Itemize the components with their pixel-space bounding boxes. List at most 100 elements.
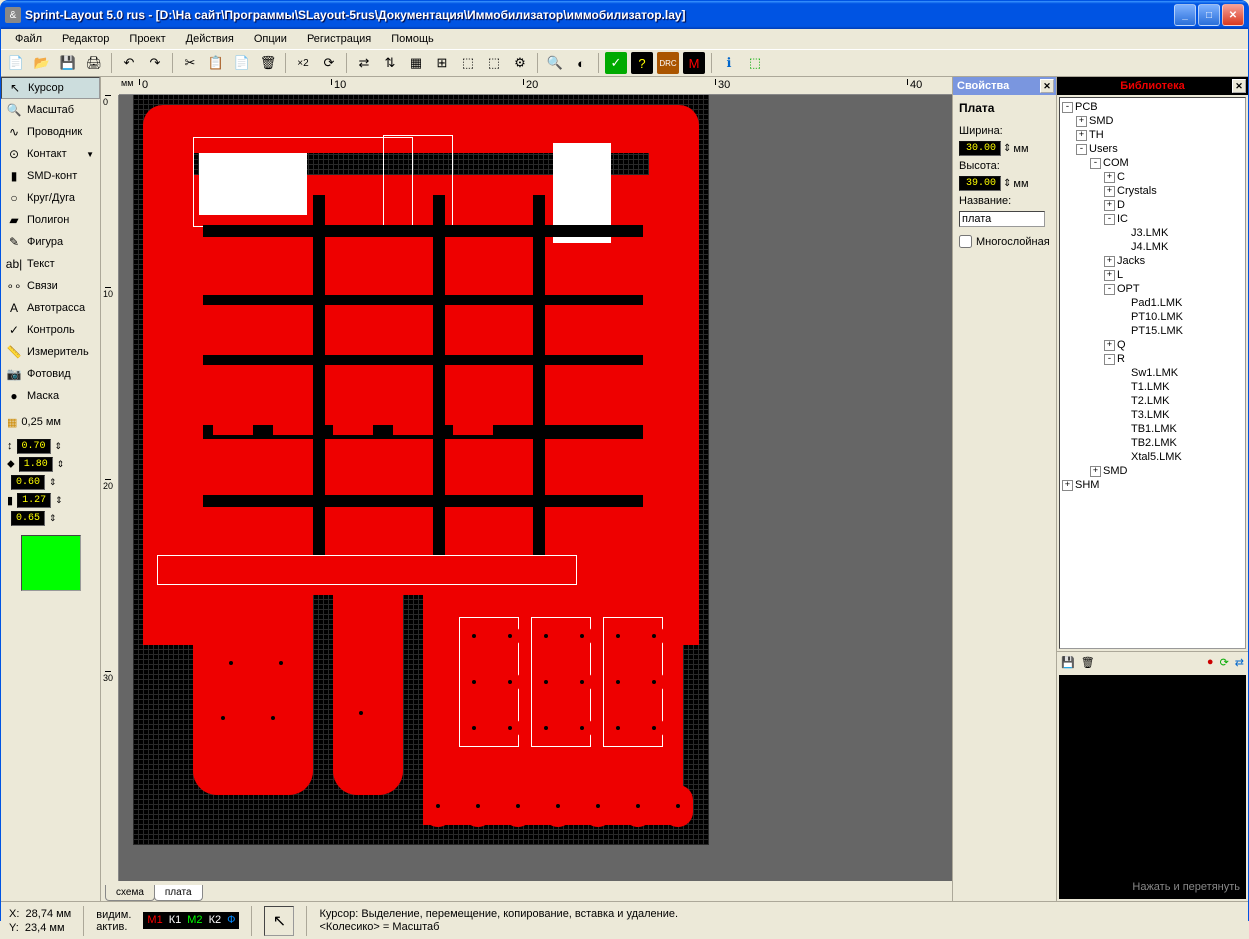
tool-Проводник[interactable]: ∿Проводник	[1, 121, 100, 143]
duplicate-button[interactable]: ×2	[292, 52, 314, 74]
redo-button[interactable]: ↷	[144, 52, 166, 74]
tree-node[interactable]: T1.LMK	[1062, 380, 1243, 394]
copy-button[interactable]: 📋	[205, 52, 227, 74]
maximize-button[interactable]: □	[1198, 4, 1220, 26]
layer-color-preview[interactable]	[21, 535, 81, 591]
expander-icon[interactable]: -	[1090, 158, 1101, 169]
param-row[interactable]: 0.60⇕	[1, 473, 100, 491]
menu-Действия[interactable]: Действия	[178, 31, 242, 47]
group-button[interactable]: ⬚	[457, 52, 479, 74]
tree-node[interactable]: TB2.LMK	[1062, 436, 1243, 450]
grid-setting[interactable]: ▦ 0,25 мм	[1, 413, 100, 431]
help-button[interactable]: ?	[631, 52, 653, 74]
tool-Фигура[interactable]: ✎Фигура	[1, 231, 100, 253]
tree-node[interactable]: Sw1.LMK	[1062, 366, 1243, 380]
ungroup-button[interactable]: ⬚	[483, 52, 505, 74]
library-close-icon[interactable]: ✕	[1232, 79, 1246, 93]
delete-button[interactable]: 🗑	[257, 52, 279, 74]
print-button[interactable]: 🖨	[83, 52, 105, 74]
library-preview[interactable]: Нажать и перетянуть	[1059, 675, 1246, 899]
expander-icon[interactable]: +	[1104, 270, 1115, 281]
tool-Измеритель[interactable]: 📏Измеритель	[1, 341, 100, 363]
menu-Помощь[interactable]: Помощь	[383, 31, 442, 47]
cut-button[interactable]: ✂	[179, 52, 201, 74]
minimize-button[interactable]: _	[1174, 4, 1196, 26]
tree-node[interactable]: Xtal5.LMK	[1062, 450, 1243, 464]
param-row[interactable]: 0.65⇕	[1, 509, 100, 527]
tree-node[interactable]: +Crystals	[1062, 184, 1243, 198]
tree-node[interactable]: +SMD	[1062, 114, 1243, 128]
tree-node[interactable]: +SMD	[1062, 464, 1243, 478]
width-value[interactable]: 30.00	[959, 141, 1001, 156]
expander-icon[interactable]: -	[1104, 214, 1115, 225]
menu-Проект[interactable]: Проект	[121, 31, 173, 47]
tree-node[interactable]: -OPT	[1062, 282, 1243, 296]
tool-Маска[interactable]: ●Маска	[1, 385, 100, 407]
tool-Текст[interactable]: ab|Текст	[1, 253, 100, 275]
expander-icon[interactable]: +	[1076, 130, 1087, 141]
tree-node[interactable]: PT15.LMK	[1062, 324, 1243, 338]
check-button[interactable]: ✓	[605, 52, 627, 74]
tool-Контроль[interactable]: ✓Контроль	[1, 319, 100, 341]
tree-node[interactable]: J4.LMK	[1062, 240, 1243, 254]
tool-Курсор[interactable]: ↖Курсор	[1, 77, 100, 99]
tree-node[interactable]: +SHM	[1062, 478, 1243, 492]
expander-icon[interactable]: +	[1104, 186, 1115, 197]
lib-delete-icon[interactable]: 🗑	[1081, 656, 1095, 669]
expander-icon[interactable]: -	[1104, 284, 1115, 295]
expander-icon[interactable]: +	[1090, 466, 1101, 477]
mirror-v-button[interactable]: ⇅	[379, 52, 401, 74]
expander-icon[interactable]: +	[1062, 480, 1073, 491]
lib-flip-icon[interactable]: ⇄	[1235, 656, 1244, 669]
library-tree[interactable]: -PCB+SMD+TH-Users-COM+C+Crystals+D-ICJ3.…	[1059, 97, 1246, 649]
tool-Круг/Дуга[interactable]: ○Круг/Дуга	[1, 187, 100, 209]
tool-Автотрасса[interactable]: AАвтотрасса	[1, 297, 100, 319]
lib-save-icon[interactable]: 💾	[1061, 656, 1075, 669]
properties-close-icon[interactable]: ✕	[1040, 79, 1054, 93]
param-row[interactable]: ▮1.27⇕	[1, 491, 100, 509]
tab-схема[interactable]: схема	[105, 885, 155, 901]
expander-icon[interactable]: +	[1104, 256, 1115, 267]
expander-icon[interactable]: +	[1104, 200, 1115, 211]
pcb-canvas[interactable]	[119, 95, 952, 881]
lib-record-icon[interactable]: ●	[1207, 656, 1214, 669]
menu-Регистрация[interactable]: Регистрация	[299, 31, 379, 47]
new-button[interactable]: 📄	[5, 52, 27, 74]
close-button[interactable]: ✕	[1222, 4, 1244, 26]
tree-node[interactable]: -COM	[1062, 156, 1243, 170]
tree-node[interactable]: -Users	[1062, 142, 1243, 156]
tree-node[interactable]: +D	[1062, 198, 1243, 212]
paste-button[interactable]: 📄	[231, 52, 253, 74]
tree-node[interactable]: +TH	[1062, 128, 1243, 142]
zoom-button[interactable]: 🔍	[544, 52, 566, 74]
tree-node[interactable]: -R	[1062, 352, 1243, 366]
tool-Контакт[interactable]: ⊙Контакт▼	[1, 143, 100, 165]
tree-node[interactable]: -PCB	[1062, 100, 1243, 114]
save-button[interactable]: 💾	[57, 52, 79, 74]
tree-node[interactable]: +Jacks	[1062, 254, 1243, 268]
tree-node[interactable]: +C	[1062, 170, 1243, 184]
tool-Фотовид[interactable]: 📷Фотовид	[1, 363, 100, 385]
expander-icon[interactable]: -	[1076, 144, 1087, 155]
tree-node[interactable]: +L	[1062, 268, 1243, 282]
tree-node[interactable]: TB1.LMK	[1062, 422, 1243, 436]
multilayer-checkbox[interactable]: Многослойная	[959, 235, 1050, 248]
mirror-h-button[interactable]: ⇄	[353, 52, 375, 74]
tool-Связи[interactable]: ∘∘Связи	[1, 275, 100, 297]
expander-icon[interactable]: +	[1104, 172, 1115, 183]
drc-button[interactable]: DRC	[657, 52, 679, 74]
rotate-button[interactable]: ⟳	[318, 52, 340, 74]
height-value[interactable]: 39.00	[959, 176, 1001, 191]
expander-icon[interactable]: +	[1076, 116, 1087, 127]
tab-плата[interactable]: плата	[154, 885, 203, 901]
select-button[interactable]: ⬚	[744, 52, 766, 74]
tree-node[interactable]: T3.LMK	[1062, 408, 1243, 422]
tree-node[interactable]: J3.LMK	[1062, 226, 1243, 240]
tool-SMD-конт[interactable]: ▮SMD-конт	[1, 165, 100, 187]
menu-Опции[interactable]: Опции	[246, 31, 295, 47]
snap-button[interactable]: ⊞	[431, 52, 453, 74]
expander-icon[interactable]: -	[1062, 102, 1073, 113]
expander-icon[interactable]: +	[1104, 340, 1115, 351]
components-button[interactable]: ⚙	[509, 52, 531, 74]
menu-Файл[interactable]: Файл	[7, 31, 50, 47]
